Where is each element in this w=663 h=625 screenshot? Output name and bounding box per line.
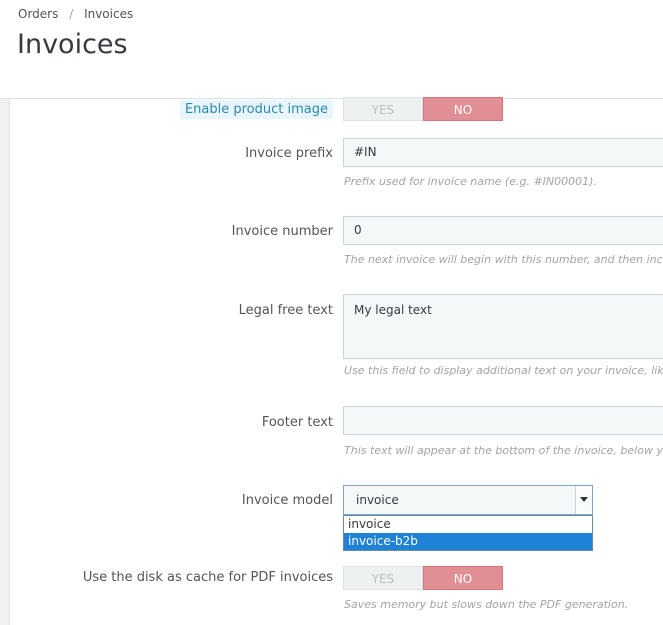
legal-free-text-textarea[interactable]: My legal text bbox=[343, 294, 663, 359]
chevron-down-icon bbox=[580, 497, 588, 502]
breadcrumb-item-invoices: Invoices bbox=[84, 7, 134, 21]
invoice-number-label: Invoice number bbox=[231, 224, 333, 239]
enable-product-image-label: Enable product image bbox=[179, 100, 333, 119]
invoice-number-input[interactable]: 0 bbox=[343, 216, 663, 245]
page-title: Invoices bbox=[17, 29, 128, 60]
select-arrow-button[interactable] bbox=[575, 486, 592, 514]
invoice-model-selected-value: invoice bbox=[356, 493, 399, 507]
invoice-prefix-label: Invoice prefix bbox=[245, 146, 333, 161]
invoices-page: Orders / Invoices Invoices Enable produc… bbox=[0, 0, 663, 625]
disk-cache-label: Use the disk as cache for PDF invoices bbox=[82, 570, 333, 585]
invoice-model-option-invoice-b2b[interactable]: invoice-b2b bbox=[344, 533, 592, 550]
invoice-model-select[interactable]: invoice bbox=[343, 485, 593, 515]
page-header: Orders / Invoices Invoices bbox=[0, 0, 663, 99]
enable-product-image-no-option[interactable]: NO bbox=[423, 97, 503, 121]
invoice-model-label: Invoice model bbox=[241, 493, 333, 508]
breadcrumb-item-orders[interactable]: Orders bbox=[18, 7, 58, 21]
disk-cache-yes-option[interactable]: YES bbox=[343, 566, 423, 590]
footer-text-help: This text will appear at the bottom of t… bbox=[344, 444, 663, 457]
enable-product-image-yes-option[interactable]: YES bbox=[343, 97, 423, 121]
left-rail bbox=[0, 99, 10, 625]
footer-text-label: Footer text bbox=[261, 415, 333, 430]
invoice-options-form: Enable product image YES NO Invoice pref… bbox=[0, 97, 663, 625]
legal-free-text-help: Use this field to display additional tex… bbox=[344, 364, 663, 377]
disk-cache-help: Saves memory but slows down the PDF gene… bbox=[344, 598, 629, 611]
invoice-model-option-invoice[interactable]: invoice bbox=[344, 516, 592, 533]
footer-text-input[interactable] bbox=[343, 406, 663, 435]
breadcrumb: Orders / Invoices bbox=[18, 7, 133, 21]
breadcrumb-separator: / bbox=[69, 7, 74, 21]
disk-cache-switch: YES NO bbox=[343, 566, 503, 590]
invoice-model-dropdown-list: invoice invoice-b2b bbox=[343, 515, 593, 551]
invoice-number-help: The next invoice will begin with this nu… bbox=[344, 253, 663, 266]
enable-product-image-switch: YES NO bbox=[343, 97, 503, 121]
legal-free-text-label: Legal free text bbox=[238, 303, 333, 318]
invoice-prefix-help: Prefix used for invoice name (e.g. #IN00… bbox=[344, 175, 597, 188]
invoice-prefix-input[interactable]: #IN bbox=[343, 138, 663, 167]
disk-cache-no-option[interactable]: NO bbox=[423, 566, 503, 590]
